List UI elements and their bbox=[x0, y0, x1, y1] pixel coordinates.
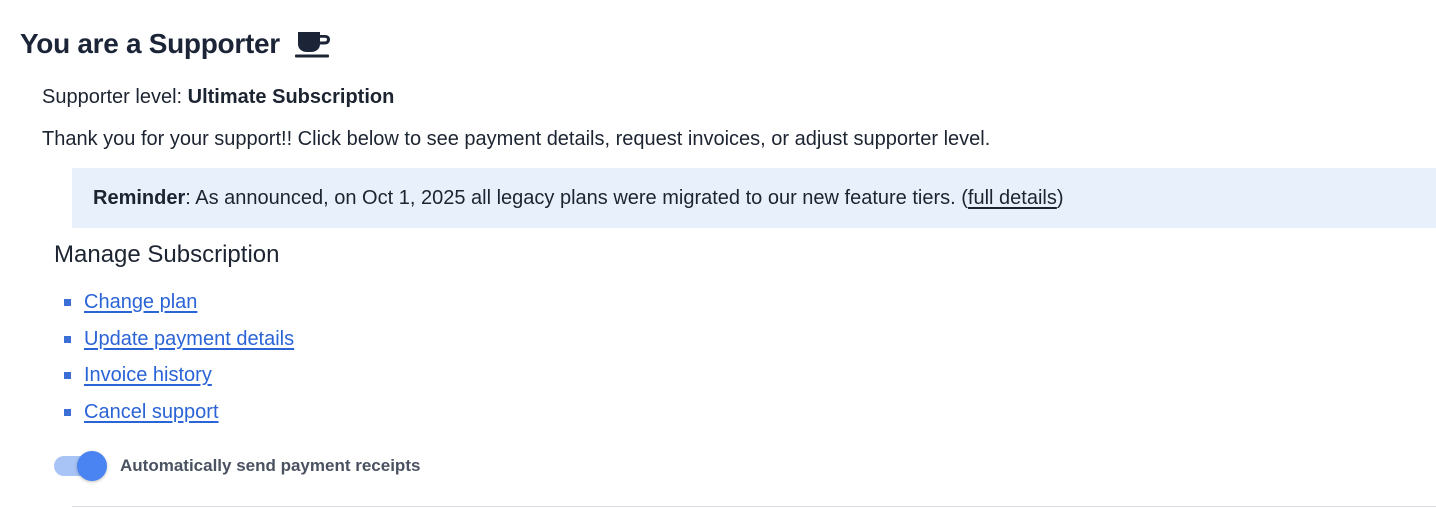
list-item: Cancel support bbox=[64, 394, 294, 431]
reminder-label: Reminder bbox=[93, 186, 186, 209]
manage-subscription-heading: Manage Subscription bbox=[54, 241, 280, 268]
send-receipts-label: Automatically send payment receipts bbox=[120, 456, 421, 475]
reminder-banner: Reminder: As announced, on Oct 1, 2025 a… bbox=[72, 168, 1436, 228]
receipts-toggle-row: Automatically send payment receipts bbox=[54, 450, 420, 482]
change-plan-link[interactable]: Change plan bbox=[84, 291, 197, 314]
list-item: Change plan bbox=[64, 284, 294, 321]
supporter-level-value: Ultimate Subscription bbox=[187, 86, 395, 108]
page-title-text: You are a Supporter bbox=[20, 28, 280, 59]
supporter-level-label: Supporter level: bbox=[42, 86, 188, 108]
bullet-icon bbox=[64, 408, 71, 416]
list-item: Invoice history bbox=[64, 357, 294, 394]
bullet-icon bbox=[64, 298, 71, 306]
list-item: Update payment details bbox=[64, 321, 294, 358]
thank-you-message: Thank you for your support!! Click below… bbox=[42, 128, 991, 150]
page-title: You are a Supporter bbox=[20, 28, 334, 60]
coffee-cup-icon bbox=[294, 29, 334, 59]
supporter-level: Supporter level: Ultimate Subscription bbox=[42, 86, 394, 109]
toggle-knob[interactable] bbox=[77, 451, 107, 481]
send-receipts-toggle[interactable] bbox=[54, 450, 108, 482]
bullet-icon bbox=[64, 372, 71, 380]
manage-subscription-links: Change plan Update payment details Invoi… bbox=[64, 284, 294, 431]
reminder-text: : As announced, on Oct 1, 2025 all legac… bbox=[185, 186, 968, 209]
invoice-history-link[interactable]: Invoice history bbox=[84, 364, 212, 387]
update-payment-details-link[interactable]: Update payment details bbox=[84, 328, 294, 351]
cancel-support-link[interactable]: Cancel support bbox=[84, 401, 219, 424]
bullet-icon bbox=[64, 335, 71, 343]
reminder-close-paren: ) bbox=[1056, 186, 1064, 209]
divider bbox=[72, 506, 1436, 507]
full-details-link[interactable]: full details bbox=[968, 187, 1057, 209]
